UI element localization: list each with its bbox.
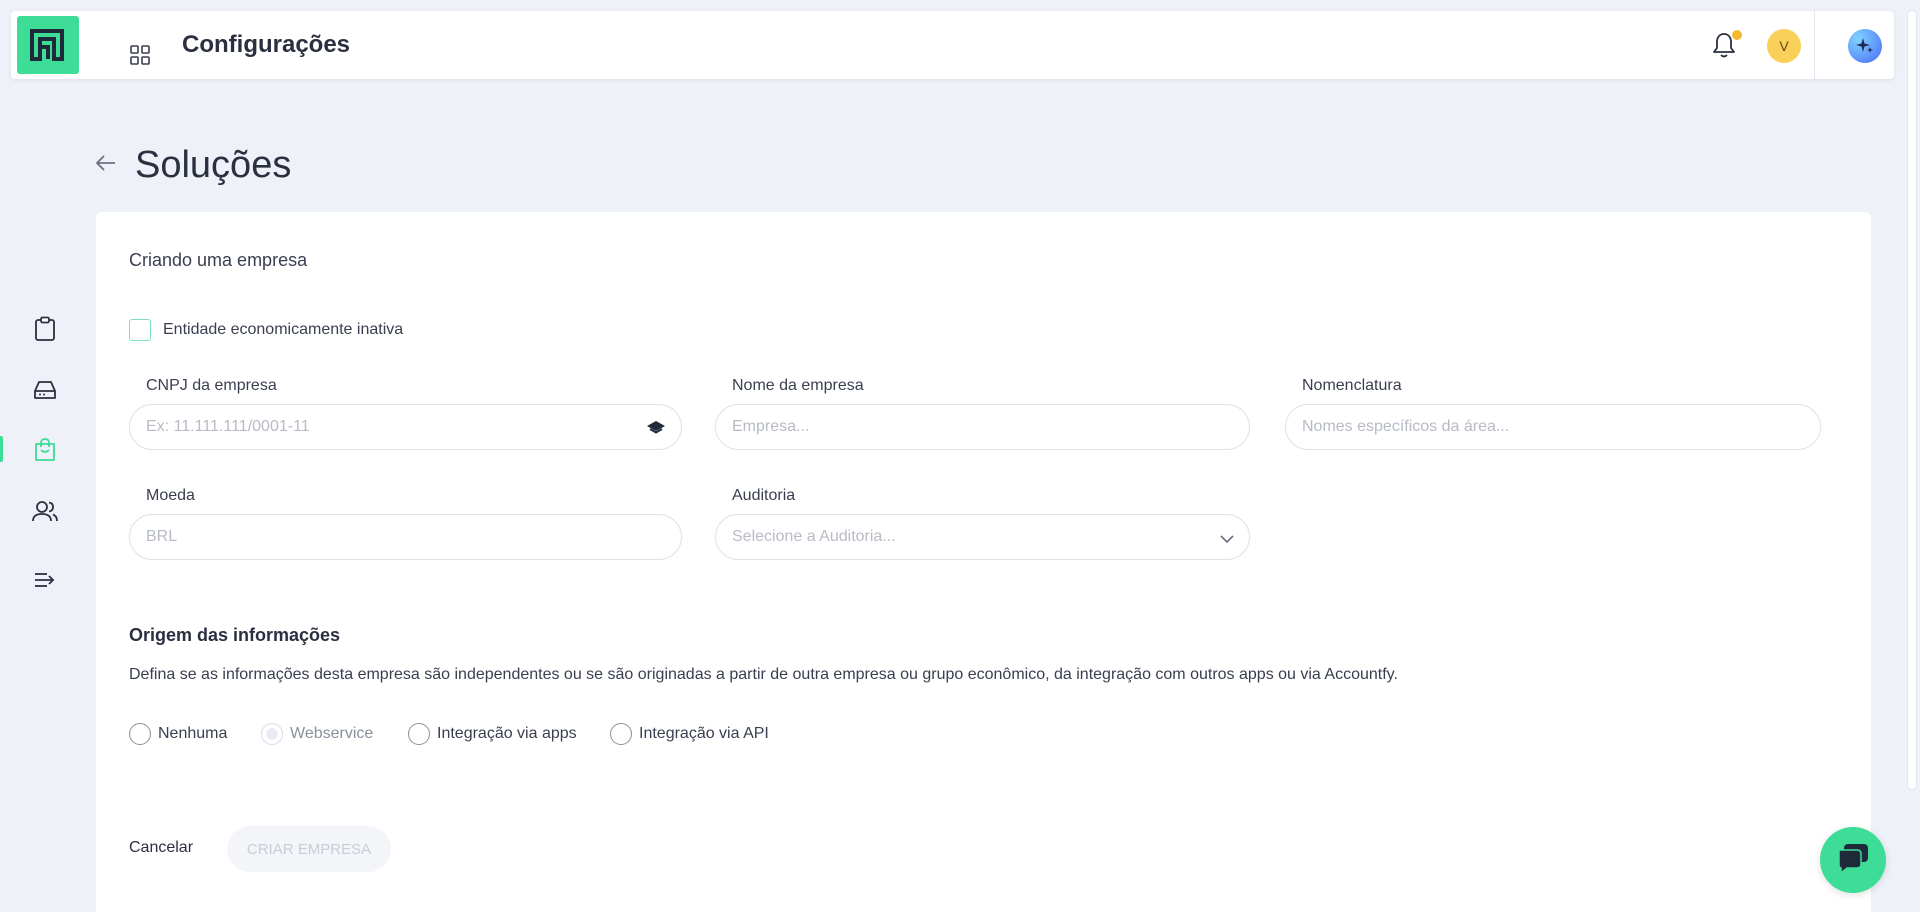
receita-federal-icon[interactable] xyxy=(645,418,667,441)
back-arrow-icon[interactable] xyxy=(95,154,117,177)
chat-support-button[interactable] xyxy=(1820,827,1886,893)
radio-webservice-label: Webservice xyxy=(290,725,374,742)
sparkle-icon[interactable] xyxy=(1848,29,1882,63)
card-subtitle: Criando uma empresa xyxy=(129,250,308,270)
cnpj-placeholder: Ex: 11.111.111/0001-11 xyxy=(146,418,310,435)
nomenclature-placeholder: Nomes específicos da área... xyxy=(1302,418,1510,435)
radio-webservice[interactable] xyxy=(261,723,283,745)
sidebar-active-indicator xyxy=(0,436,3,462)
company-name-input[interactable]: Empresa... xyxy=(715,404,1250,450)
radio-none-label: Nenhuma xyxy=(158,725,228,742)
cnpj-label: CNPJ da empresa xyxy=(146,377,277,394)
company-name-label: Nome da empresa xyxy=(732,377,864,394)
radio-option-webservice[interactable]: Webservice xyxy=(261,723,373,745)
radio-apps[interactable] xyxy=(408,723,430,745)
shopping-bag-icon[interactable] xyxy=(30,435,60,465)
inactive-entity-label: Entidade economicamente inativa xyxy=(163,321,404,338)
cancel-button[interactable]: Cancelar xyxy=(129,839,193,857)
divider xyxy=(1814,11,1815,79)
app-section-title: Configurações xyxy=(182,31,351,58)
chevron-down-icon xyxy=(1219,531,1235,549)
avatar[interactable]: V xyxy=(1767,29,1801,63)
currency-placeholder: BRL xyxy=(146,528,178,545)
create-company-button[interactable]: CRIAR EMPRESA xyxy=(227,826,391,872)
inactive-entity-checkbox[interactable] xyxy=(129,319,151,341)
audit-label: Auditoria xyxy=(732,487,796,504)
currency-input[interactable]: BRL xyxy=(129,514,682,560)
radio-option-apps[interactable]: Integração via apps xyxy=(408,723,577,745)
chat-icon xyxy=(1835,841,1871,880)
origin-section-description: Defina se as informações desta empresa s… xyxy=(129,666,1398,683)
clipboard-icon[interactable] xyxy=(30,314,60,344)
radio-api-label: Integração via API xyxy=(639,725,769,742)
inactive-entity-checkbox-row[interactable]: Entidade economicamente inativa xyxy=(129,319,403,341)
currency-label: Moeda xyxy=(146,487,195,504)
list-arrow-icon[interactable] xyxy=(30,565,60,595)
radio-option-api[interactable]: Integração via API xyxy=(610,723,769,745)
scrollbar-thumb[interactable] xyxy=(1907,10,1917,790)
audit-placeholder: Selecione a Auditoria... xyxy=(732,528,896,545)
audit-select[interactable]: Selecione a Auditoria... xyxy=(715,514,1250,560)
users-icon[interactable] xyxy=(30,496,60,526)
inbox-icon[interactable] xyxy=(30,375,60,405)
cnpj-input[interactable]: Ex: 11.111.111/0001-11 xyxy=(129,404,682,450)
radio-apps-label: Integração via apps xyxy=(437,725,577,742)
nomenclature-label: Nomenclatura xyxy=(1302,377,1402,394)
notification-badge xyxy=(1732,30,1742,40)
nomenclature-input[interactable]: Nomes específicos da área... xyxy=(1285,404,1821,450)
radio-api[interactable] xyxy=(610,723,632,745)
apps-grid-icon[interactable] xyxy=(130,45,150,70)
app-logo[interactable] xyxy=(17,16,79,74)
company-name-placeholder: Empresa... xyxy=(732,418,810,435)
radio-none[interactable] xyxy=(129,723,151,745)
page-title: Soluções xyxy=(135,144,292,186)
origin-section-title: Origem das informações xyxy=(129,625,341,645)
top-bar: Configurações V xyxy=(11,11,1894,79)
create-company-card: Criando uma empresa Entidade economicame… xyxy=(96,212,1871,912)
radio-option-none[interactable]: Nenhuma xyxy=(129,723,227,745)
logo-icon xyxy=(30,29,64,61)
